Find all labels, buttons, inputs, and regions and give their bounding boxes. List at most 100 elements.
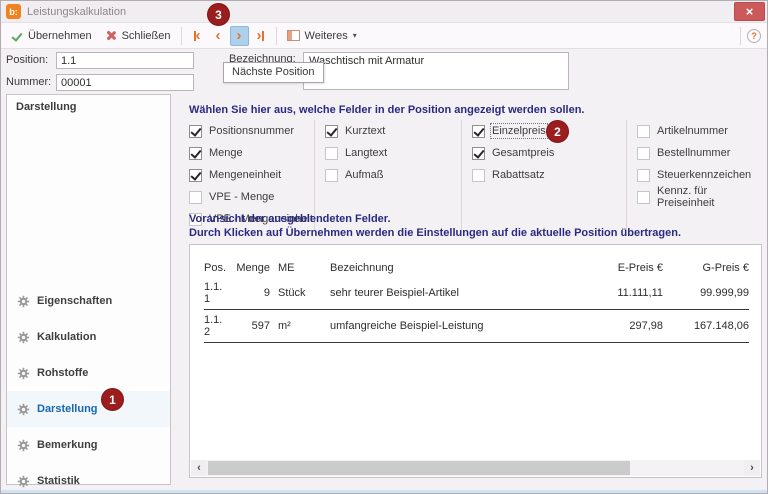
cell-gpreis: 99.999,99 (663, 287, 749, 299)
checkbox-kennz-für-preiseinheit[interactable] (637, 191, 650, 204)
window-title: Leistungskalkulation (27, 6, 126, 18)
annotation-badge-1: 1 (101, 388, 124, 411)
check-icon (11, 30, 23, 42)
field-checkbox-item: Rabattsatz (472, 164, 626, 186)
field-checkbox-item: Langtext (325, 142, 461, 164)
field-checkbox-item: Kennz. für Preiseinheit (637, 186, 763, 208)
checkbox-label: Einzelpreis (492, 125, 546, 137)
checkbox-label: Kennz. für Preiseinheit (657, 185, 763, 209)
checkbox-label: Menge (209, 147, 243, 159)
sidebar-item-bemerkung[interactable]: Bemerkung (7, 427, 170, 463)
sidebar: Darstellung Eigenschaften Ka (6, 94, 171, 485)
apply-button[interactable]: Übernehmen (7, 28, 96, 44)
checkbox-einzelpreis[interactable] (472, 125, 485, 138)
nav-last-button[interactable]: › (251, 26, 270, 46)
checkbox-bestellnummer[interactable] (637, 147, 650, 160)
cell-pos: 1.1.2 (204, 314, 232, 338)
checkbox-label: Steuerkennzeichen (657, 169, 751, 181)
number-input[interactable] (56, 74, 194, 91)
field-selection-heading: Wählen Sie hier aus, welche Felder in de… (189, 104, 584, 116)
checkbox-gesamtpreis[interactable] (472, 147, 485, 160)
sidebar-item-kalkulation[interactable]: Kalkulation (7, 319, 170, 355)
number-label: Nummer: (6, 76, 51, 88)
checkbox-vpe-menge[interactable] (189, 191, 202, 204)
checkbox-steuerkennzeichen[interactable] (637, 169, 650, 182)
tooltip-naechste-position: Nächste Position (223, 62, 324, 83)
gear-icon (17, 331, 30, 344)
cell-gpreis: 167.148,06 (663, 320, 749, 332)
sidebar-item-label: Eigenschaften (37, 295, 112, 307)
chevron-down-icon: ▾ (353, 31, 357, 40)
field-checkbox-item: VPE - Menge (189, 186, 314, 208)
sidebar-item-rohstoffe[interactable]: Rohstoffe (7, 355, 170, 391)
form-icon (287, 30, 300, 41)
field-checkbox-item: Mengeneinheit (189, 164, 314, 186)
sidebar-item-darstellung[interactable]: Darstellung (7, 391, 170, 427)
col-header-gpreis: G-Preis € (663, 262, 749, 274)
checkbox-label: Aufmaß (345, 169, 384, 181)
toolbar-separator (276, 27, 277, 45)
checkbox-label: VPE - Menge (209, 191, 274, 203)
checkbox-label: Rabattsatz (492, 169, 545, 181)
sidebar-item-label: Kalkulation (37, 331, 96, 343)
gear-icon (17, 439, 30, 452)
col-header-menge: Menge (232, 262, 270, 274)
col-header-pos: Pos. (204, 262, 232, 274)
scroll-right-icon[interactable]: › (744, 460, 760, 476)
chevron-left-icon: ‹ (216, 27, 221, 44)
cell-me: Stück (270, 287, 318, 299)
scrollbar-thumb[interactable] (208, 461, 630, 475)
annotation-badge-3: 3 (207, 3, 230, 26)
sidebar-header: Darstellung (16, 101, 77, 113)
col-header-bezeichnung: Bezeichnung (318, 262, 583, 274)
checkbox-label: Mengeneinheit (209, 169, 281, 181)
horizontal-scrollbar[interactable]: ‹ › (191, 460, 760, 476)
field-checkbox-item: Bestellnummer (637, 142, 763, 164)
toolbar-separator (181, 27, 182, 45)
scrollbar-track[interactable] (207, 460, 744, 476)
window-bottom-edge (1, 490, 767, 493)
nav-next-button[interactable]: › (230, 26, 249, 46)
close-button[interactable]: Schließen (102, 28, 175, 44)
cell-me: m² (270, 320, 318, 332)
description-textarea[interactable]: Waschtisch mit Armatur (303, 52, 569, 90)
sidebar-item-label: Rohstoffe (37, 367, 88, 379)
checkbox-langtext[interactable] (325, 147, 338, 160)
position-label: Position: (6, 54, 48, 66)
cell-bezeichnung: umfangreiche Beispiel-Leistung (318, 320, 583, 332)
window-close-button[interactable]: × (734, 2, 765, 21)
gear-icon (17, 403, 30, 416)
field-checkbox-item: Gesamtpreis (472, 142, 626, 164)
cell-bezeichnung: sehr teurer Beispiel-Artikel (318, 287, 583, 299)
nav-previous-button[interactable]: ‹ (209, 26, 228, 46)
field-checkbox-item: Kurztext (325, 120, 461, 142)
weiteres-dropdown-button[interactable]: Weiteres ▾ (283, 28, 361, 44)
table-row: 1.1.1 9 Stück sehr teurer Beispiel-Artik… (204, 277, 749, 310)
checkbox-aufmaß[interactable] (325, 169, 338, 182)
toolbar: Übernehmen Schließen ‹ ‹ › › Weiteres ▾ (1, 23, 767, 49)
checkbox-kurztext[interactable] (325, 125, 338, 138)
checkbox-menge[interactable] (189, 147, 202, 160)
close-button-label: Schließen (122, 30, 171, 42)
field-checkbox-item: Steuerkennzeichen (637, 164, 763, 186)
sidebar-item-eigenschaften[interactable]: Eigenschaften (7, 283, 170, 319)
checkbox-mengeneinheit[interactable] (189, 169, 202, 182)
nav-first-button[interactable]: ‹ (188, 26, 207, 46)
checkbox-column: Artikelnummer Bestellnummer Steuerkennze… (626, 120, 763, 230)
sidebar-item-label: Darstellung (37, 403, 98, 415)
field-checkbox-item: Menge (189, 142, 314, 164)
position-input[interactable] (56, 52, 194, 69)
scroll-left-icon[interactable]: ‹ (191, 460, 207, 476)
close-icon: × (746, 4, 754, 19)
checkbox-rabattsatz[interactable] (472, 169, 485, 182)
checkbox-positionsnummer[interactable] (189, 125, 202, 138)
help-icon[interactable]: ? (747, 29, 761, 43)
cell-epreis: 297,98 (583, 320, 663, 332)
preview-panel: Pos. Menge ME Bezeichnung E-Preis € G-Pr… (189, 244, 762, 478)
preview-table: Pos. Menge ME Bezeichnung E-Preis € G-Pr… (204, 259, 749, 343)
record-navigation: ‹ ‹ › › (188, 26, 270, 46)
checkbox-label: Positionsnummer (209, 125, 294, 137)
checkbox-artikelnummer[interactable] (637, 125, 650, 138)
field-checkbox-item: Aufmaß (325, 164, 461, 186)
checkbox-label: Bestellnummer (657, 147, 730, 159)
